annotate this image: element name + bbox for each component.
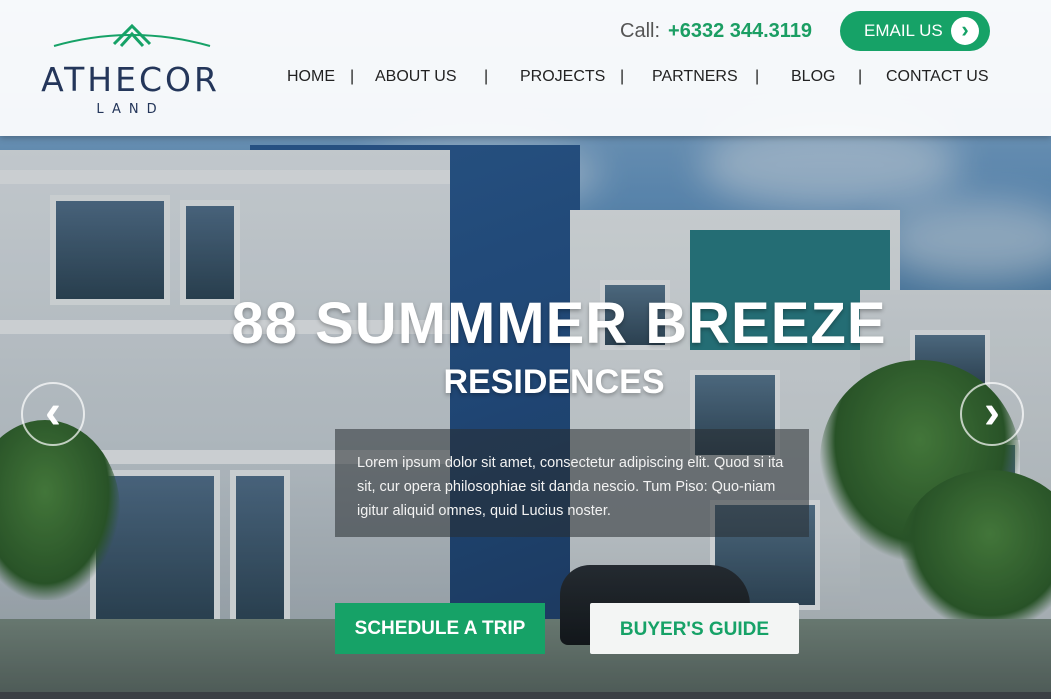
hero-description-box: Lorem ipsum dolor sit amet, consectetur …: [335, 429, 809, 537]
buyers-guide-button[interactable]: BUYER'S GUIDE: [590, 603, 799, 654]
site-header: ATHECOR LAND Call: +6332 344.3119 EMAIL U…: [0, 0, 1051, 136]
hero-description: Lorem ipsum dolor sit amet, consectetur …: [357, 455, 784, 519]
nav-separator: |: [484, 68, 489, 85]
nav-blog[interactable]: BLOG: [791, 68, 835, 86]
email-us-label: EMAIL US: [864, 21, 943, 40]
chevron-left-icon: ‹: [45, 386, 61, 439]
slider-next-button[interactable]: ›: [960, 382, 1024, 446]
nav-projects[interactable]: PROJECTS: [520, 68, 605, 86]
nav-partners[interactable]: PARTNERS: [652, 68, 738, 86]
nav-separator: |: [620, 68, 625, 85]
logo-subtitle: LAND: [96, 102, 165, 117]
nav-home[interactable]: HOME: [287, 68, 335, 86]
nav-separator: |: [858, 68, 863, 85]
phone-number[interactable]: +6332 344.3119: [668, 20, 812, 42]
call-label: Call:: [620, 20, 661, 42]
nav-separator: |: [350, 68, 355, 85]
schedule-trip-button[interactable]: SCHEDULE A TRIP: [335, 603, 545, 654]
call-info: Call: +6332 344.3119: [620, 20, 812, 43]
hero-subtitle: RESIDENCES: [443, 363, 665, 401]
chevron-right-icon: ›: [951, 17, 979, 45]
nav-about-us[interactable]: ABOUT US: [375, 68, 457, 86]
chevron-right-icon: ›: [984, 386, 1000, 439]
roof-icon: [53, 23, 211, 48]
hero-title: 88 SUMMMER BREEZE: [231, 291, 887, 356]
nav-contact-us[interactable]: CONTACT US: [886, 68, 989, 86]
main-nav: HOME | ABOUT US | PROJECTS | PARTNERS | …: [0, 68, 1051, 92]
slider-prev-button[interactable]: ‹: [21, 382, 85, 446]
bottom-bar: [0, 692, 1051, 699]
email-us-button[interactable]: EMAIL US ›: [840, 11, 990, 51]
nav-separator: |: [755, 68, 760, 85]
